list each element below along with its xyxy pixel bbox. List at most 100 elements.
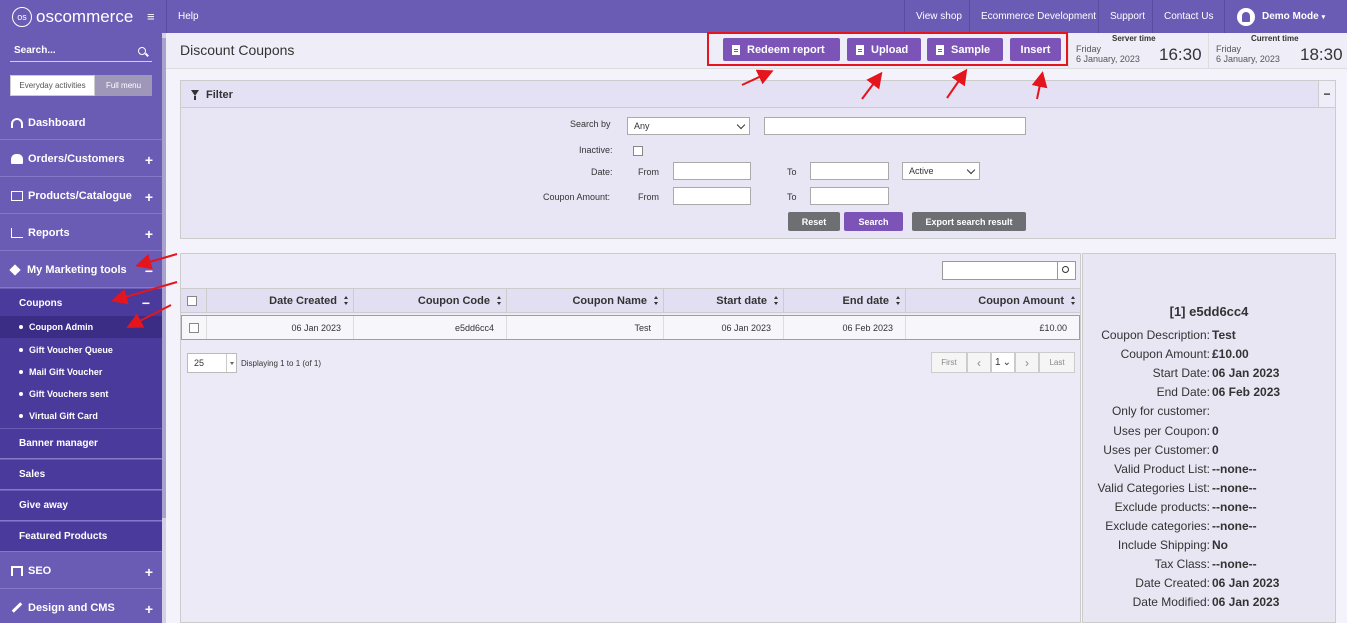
annotation-highlight-box: [707, 32, 1068, 66]
sidebar-scrollbar[interactable]: [162, 33, 166, 623]
current-time-label: Current time: [1251, 34, 1299, 43]
expand-icon[interactable]: +: [145, 226, 153, 242]
column-coupon-code[interactable]: Coupon Code: [354, 289, 507, 313]
view-shop-link[interactable]: View shop: [904, 0, 973, 33]
search-button[interactable]: Search: [844, 212, 903, 231]
detail-value: --none--: [1212, 481, 1257, 495]
column-start-date[interactable]: Start date: [664, 289, 784, 313]
sort-icon[interactable]: [896, 296, 901, 306]
sidebar-item-orders[interactable]: Orders/Customers +: [0, 141, 162, 177]
sidebar-item-virtual-gift-card[interactable]: Virtual Gift Card: [0, 405, 162, 427]
table-search-input[interactable]: [942, 261, 1058, 280]
contact-us-link[interactable]: Contact Us: [1152, 0, 1224, 33]
bullet-icon: [19, 414, 23, 418]
sidebar-item-coupons[interactable]: Coupons −: [0, 290, 162, 316]
sidebar-item-dashboard[interactable]: Dashboard: [0, 107, 162, 140]
tag-icon: [9, 263, 21, 276]
coupon-details-title: [1] e5dd6cc4: [1169, 304, 1249, 319]
sidebar-item-coupon-admin[interactable]: Coupon Admin: [0, 316, 162, 338]
sidebar-item-give-away[interactable]: Give away: [0, 491, 162, 521]
collapse-icon[interactable]: −: [142, 295, 150, 311]
search-by-select[interactable]: Any: [627, 117, 750, 135]
support-link[interactable]: Support: [1098, 0, 1156, 33]
sidebar-item-label: Coupons: [19, 297, 63, 309]
detail-label: Start Date:: [1152, 366, 1210, 380]
export-search-result-button[interactable]: Export search result: [912, 212, 1026, 231]
expand-icon[interactable]: +: [145, 564, 153, 580]
column-coupon-name[interactable]: Coupon Name: [507, 289, 664, 313]
bullet-icon: [19, 370, 23, 374]
select-all-checkbox[interactable]: [186, 296, 197, 306]
search-icon[interactable]: [138, 47, 146, 55]
expand-icon[interactable]: +: [145, 601, 153, 617]
logo[interactable]: os oscommerce: [0, 0, 166, 33]
sidebar-item-gift-voucher-queue[interactable]: Gift Voucher Queue: [0, 339, 162, 361]
pager-first-button[interactable]: First: [931, 352, 967, 373]
amount-to-input[interactable]: [810, 187, 889, 205]
inactive-checkbox[interactable]: [633, 146, 643, 156]
help-link[interactable]: Help: [166, 0, 210, 33]
sidebar-item-featured-products[interactable]: Featured Products: [0, 522, 162, 552]
sidebar-item-sales[interactable]: Sales: [0, 460, 162, 490]
date-to-input[interactable]: [810, 162, 889, 180]
search-icon: [1062, 266, 1069, 273]
search-text-input[interactable]: [764, 117, 1026, 135]
reset-button[interactable]: Reset: [788, 212, 840, 231]
page-size-select[interactable]: 25: [187, 353, 237, 373]
tab-everyday-activities[interactable]: Everyday activities: [10, 75, 95, 96]
collapse-icon[interactable]: −: [145, 263, 153, 279]
sort-icon[interactable]: [497, 296, 502, 306]
sort-icon[interactable]: [344, 296, 349, 306]
pagination-info: Displaying 1 to 1 (of 1): [241, 359, 322, 368]
expand-icon[interactable]: +: [145, 152, 153, 168]
sidebar-search-input[interactable]: Search...: [14, 45, 56, 56]
tab-full-menu[interactable]: Full menu: [95, 75, 152, 96]
sort-icon[interactable]: [654, 296, 659, 306]
column-end-date[interactable]: End date: [784, 289, 906, 313]
cell-coupon-code: e5dd6cc4: [354, 316, 507, 339]
pager-last-button[interactable]: Last: [1039, 352, 1075, 373]
sidebar-item-gift-vouchers-sent[interactable]: Gift Vouchers sent: [0, 383, 162, 405]
sidebar-item-mail-gift-voucher[interactable]: Mail Gift Voucher: [0, 361, 162, 383]
sidebar-item-label: Mail Gift Voucher: [29, 367, 103, 377]
filter-panel-body: [180, 108, 1336, 239]
sidebar-item-banner-manager[interactable]: Banner manager: [0, 429, 162, 459]
detail-row: Tax Class: --none--: [1082, 557, 1336, 573]
sort-icon[interactable]: [774, 296, 779, 306]
detail-value: 0: [1212, 443, 1219, 457]
demo-mode-menu[interactable]: Demo Mode ▾: [1224, 0, 1347, 33]
filter-collapse-button[interactable]: −: [1318, 81, 1335, 107]
row-select-cell: [182, 316, 207, 339]
sort-icon[interactable]: [1071, 296, 1076, 306]
detail-value: --none--: [1212, 557, 1257, 571]
logo-icon: os: [12, 6, 32, 27]
date-label: Date:: [591, 167, 613, 177]
sidebar-item-reports[interactable]: Reports +: [0, 215, 162, 251]
sidebar-item-products[interactable]: Products/Catalogue +: [0, 178, 162, 214]
date-from-input[interactable]: [673, 162, 751, 180]
sidebar-item-label: Gift Vouchers sent: [29, 389, 109, 399]
ecommerce-development-link[interactable]: Ecommerce Development: [969, 0, 1107, 33]
sidebar-item-seo[interactable]: SEO +: [0, 553, 162, 589]
expand-icon[interactable]: +: [145, 189, 153, 205]
table-row[interactable]: 06 Jan 2023 e5dd6cc4 Test 06 Jan 2023 06…: [181, 315, 1080, 340]
detail-value: 06 Feb 2023: [1212, 385, 1281, 399]
amount-from-input[interactable]: [673, 187, 751, 205]
column-date-created[interactable]: Date Created: [207, 289, 354, 313]
server-day: Friday: [1076, 44, 1102, 54]
hamburger-icon[interactable]: ≡: [147, 9, 157, 24]
detail-label: Only for customer:: [1111, 404, 1210, 418]
pager-page-select[interactable]: 1 ⌄: [991, 352, 1015, 373]
scrollbar-thumb[interactable]: [162, 38, 166, 518]
pager-prev-button[interactable]: ‹: [967, 352, 991, 373]
cell-coupon-amount: £10.00: [1039, 322, 1067, 333]
detail-label: End Date:: [1156, 385, 1210, 399]
sidebar-item-marketing[interactable]: My Marketing tools −: [0, 252, 162, 288]
pager-next-button[interactable]: ›: [1015, 352, 1039, 373]
status-select[interactable]: Active: [902, 162, 980, 180]
sidebar-item-design[interactable]: Design and CMS +: [0, 590, 162, 623]
row-checkbox[interactable]: [189, 322, 199, 333]
column-coupon-amount[interactable]: Coupon Amount: [906, 289, 1080, 313]
filter-panel-header[interactable]: Filter −: [180, 80, 1336, 108]
table-search-button[interactable]: [1058, 261, 1076, 280]
